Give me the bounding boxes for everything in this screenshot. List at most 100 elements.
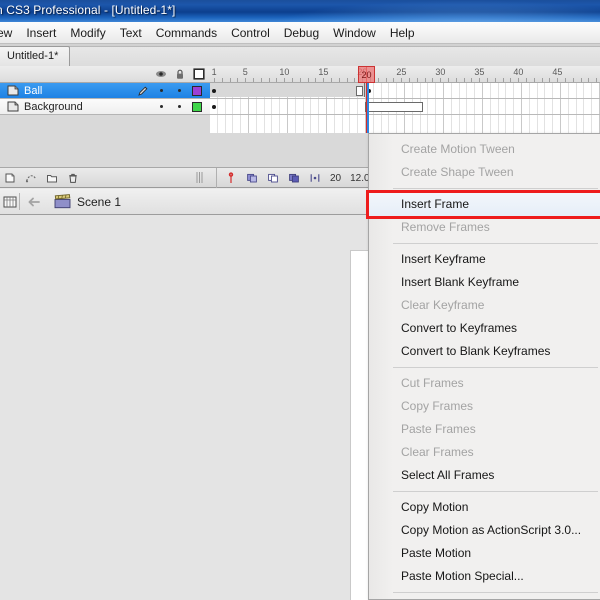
window-title: n CS3 Professional - [Untitled-1*] <box>0 3 176 17</box>
layer-visibility-dot[interactable] <box>160 89 163 92</box>
ruler-tick-10: 10 <box>279 67 290 77</box>
ruler-mark <box>455 78 457 82</box>
context-menu-item-insert-keyframe[interactable]: Insert Keyframe <box>369 248 600 271</box>
context-menu-item-paste-motion-special[interactable]: Paste Motion Special... <box>369 565 600 588</box>
context-menu-item-convert-to-keyframes[interactable]: Convert to Keyframes <box>369 317 600 340</box>
context-menu-item-copy-motion-as-actionscript-3-0[interactable]: Copy Motion as ActionScript 3.0... <box>369 519 600 542</box>
layer-color-swatch[interactable] <box>192 102 202 112</box>
ruler-mark <box>572 78 574 82</box>
context-menu-item-remove-frames: Remove Frames <box>401 220 490 234</box>
ruler-mark <box>596 78 598 82</box>
layer-header-bar <box>0 66 210 83</box>
context-menu-item-convert-to-blank-keyframes[interactable]: Convert to Blank Keyframes <box>369 340 600 363</box>
frame-grid[interactable] <box>210 83 600 133</box>
playhead-marker[interactable]: 20 <box>358 66 375 83</box>
ruler-mark <box>346 78 348 82</box>
layer-color-swatch[interactable] <box>192 86 202 96</box>
menu-item-control[interactable]: Control <box>224 24 277 42</box>
ruler-mark <box>518 78 520 82</box>
back-arrow-icon[interactable] <box>27 196 41 208</box>
ruler-mark <box>393 78 395 82</box>
edit-multiple-frames-icon[interactable] <box>288 172 300 184</box>
add-motion-guide-icon[interactable] <box>25 172 37 184</box>
lock-icon[interactable] <box>174 68 186 80</box>
ruler-mark <box>214 78 215 82</box>
layer-visibility-dot[interactable] <box>160 105 163 108</box>
menu-item-modify[interactable]: Modify <box>63 24 112 42</box>
document-tab-strip: Untitled-1* <box>0 44 600 66</box>
context-menu-item-cut-frames: Cut Frames <box>401 376 464 390</box>
menu-item-window[interactable]: Window <box>326 24 383 42</box>
modify-onion-markers-icon[interactable] <box>309 172 321 184</box>
ruler-mark <box>260 78 262 82</box>
ruler-mark <box>463 78 465 82</box>
layer-list: Ball Background <box>0 83 210 115</box>
layer-lock-dot[interactable] <box>178 105 181 108</box>
context-menu-separator <box>393 491 598 492</box>
menu-item-commands[interactable]: Commands <box>149 24 224 42</box>
ruler-tick-30: 30 <box>435 67 446 77</box>
frame-row-ball[interactable] <box>210 83 600 99</box>
menu-item-help[interactable]: Help <box>383 24 422 42</box>
menu-item-insert[interactable]: Insert <box>19 24 63 42</box>
ruler-mark <box>284 78 286 82</box>
context-menu-item-paste-motion[interactable]: Paste Motion <box>369 542 600 565</box>
ruler-tick-15: 15 <box>318 67 329 77</box>
menu-item-text[interactable]: Text <box>113 24 149 42</box>
ruler-mark <box>229 78 231 82</box>
context-menu-item-copy-motion[interactable]: Copy Motion <box>369 496 600 519</box>
ruler-mark <box>245 78 247 82</box>
ruler-mark <box>377 78 379 82</box>
pencil-icon <box>138 86 148 96</box>
ruler-tick-25: 25 <box>396 67 407 77</box>
ruler-tick-1: 1 <box>211 67 217 77</box>
timeline-toggle-icon[interactable] <box>3 195 17 209</box>
menu-item-debug[interactable]: Debug <box>277 24 326 42</box>
context-menu-item-insert-blank-keyframe[interactable]: Insert Blank Keyframe <box>369 271 600 294</box>
insert-folder-icon[interactable] <box>46 172 58 184</box>
timeline-ruler[interactable]: 151015202530354045 <box>210 66 600 83</box>
layer-lock-dot[interactable] <box>178 89 181 92</box>
ruler-mark <box>307 78 309 82</box>
playhead-line[interactable]: 20 <box>358 66 375 133</box>
panel-grip-icon[interactable] <box>196 172 203 183</box>
frame-row-background[interactable] <box>210 99 600 115</box>
delete-layer-icon[interactable] <box>67 172 79 184</box>
context-menu-item-copy-frames: Copy Frames <box>401 399 474 413</box>
tab-strip-empty-area <box>62 46 600 66</box>
insert-layer-icon[interactable] <box>4 172 16 184</box>
onion-skin-outlines-icon[interactable] <box>267 172 279 184</box>
ruler-mark <box>557 78 559 82</box>
scene-label[interactable]: Scene 1 <box>77 195 121 209</box>
context-menu-separator <box>393 592 598 593</box>
layer-icon <box>7 101 19 112</box>
ruler-tick-45: 45 <box>552 67 563 77</box>
frame-span-ball[interactable] <box>210 83 365 97</box>
ruler-tick-35: 35 <box>474 67 485 77</box>
ruler-mark <box>448 78 449 82</box>
keyframe-marker[interactable] <box>212 105 216 109</box>
eye-icon[interactable] <box>155 68 167 80</box>
layer-row-ball[interactable]: Ball <box>0 83 210 99</box>
context-menu-item-insert-frame[interactable]: Insert Frame <box>366 190 600 219</box>
context-menu-separator <box>393 188 598 189</box>
frame-selection-bar <box>367 83 369 133</box>
context-menu-item-select-all-frames[interactable]: Select All Frames <box>369 464 600 487</box>
document-tab-untitled-1[interactable]: Untitled-1* <box>0 46 71 66</box>
onion-skin-icon[interactable] <box>246 172 258 184</box>
context-menu-item-create-motion-tween: Create Motion Tween <box>401 142 515 156</box>
ruler-mark <box>315 78 317 82</box>
layer-name: Ball <box>24 84 43 97</box>
ruler-mark <box>331 78 332 82</box>
menu-item-ew[interactable]: ew <box>0 24 19 42</box>
frame-end-box <box>356 86 363 96</box>
frame-context-menu[interactable]: Create Motion Tween Create Shape Tween Ins… <box>366 133 600 600</box>
ruler-mark <box>424 78 426 82</box>
ruler-mark <box>409 78 410 82</box>
center-frame-icon[interactable] <box>225 172 237 184</box>
context-menu-item-clear-frames: Clear Frames <box>401 445 474 459</box>
outline-square-icon[interactable] <box>193 68 205 80</box>
layer-row-background[interactable]: Background <box>0 99 210 115</box>
keyframe-marker[interactable] <box>212 89 216 93</box>
ruler-mark <box>299 78 301 82</box>
